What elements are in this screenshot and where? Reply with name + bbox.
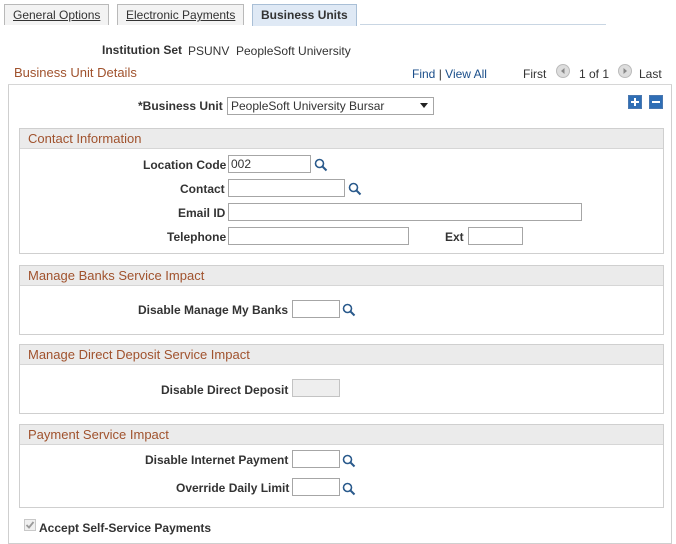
email-id-label: Email ID — [178, 206, 226, 220]
next-arrow-icon[interactable] — [618, 64, 632, 78]
business-unit-value: PeopleSoft University Bursar — [231, 99, 385, 113]
manage-direct-deposit-header: Manage Direct Deposit Service Impact — [20, 345, 663, 365]
view-all-link[interactable]: View All — [445, 67, 487, 81]
first-label: First — [523, 67, 547, 81]
ext-label: Ext — [445, 230, 464, 244]
institution-set-name: PeopleSoft University — [236, 44, 351, 58]
payment-service-title: Payment Service Impact — [28, 427, 169, 442]
delete-row-icon[interactable] — [649, 95, 663, 109]
business-unit-details-title: Business Unit Details — [14, 65, 137, 80]
ext-input[interactable] — [468, 227, 523, 245]
last-label: Last — [639, 67, 662, 81]
override-daily-limit-label: Override Daily Limit — [176, 481, 290, 495]
location-code-label: Location Code — [143, 158, 227, 172]
contact-input[interactable] — [228, 179, 345, 197]
manage-banks-group: Manage Banks Service Impact — [19, 265, 664, 335]
business-unit-label: *Business Unit — [138, 99, 223, 113]
institution-set-code: PSUNV — [188, 44, 230, 58]
location-code-input[interactable] — [228, 155, 311, 173]
dropdown-arrow-icon — [420, 103, 428, 108]
contact-label: Contact — [180, 182, 225, 196]
search-icon[interactable] — [314, 158, 328, 172]
accept-self-service-label: Accept Self-Service Payments — [39, 521, 212, 535]
manage-banks-header: Manage Banks Service Impact — [20, 266, 663, 286]
grid-navigation: Find | View All — [412, 67, 487, 81]
nav-separator: | — [438, 67, 442, 81]
disable-direct-deposit-input — [292, 379, 340, 397]
search-icon[interactable] — [342, 482, 356, 496]
tab-label: General Options — [13, 8, 101, 22]
search-icon[interactable] — [342, 303, 356, 317]
manage-direct-deposit-title: Manage Direct Deposit Service Impact — [28, 347, 250, 362]
disable-direct-deposit-label: Disable Direct Deposit — [161, 383, 289, 397]
telephone-label: Telephone — [167, 230, 227, 244]
checkbox-checked-icon — [24, 519, 36, 531]
email-id-input[interactable] — [228, 203, 582, 221]
business-unit-select[interactable]: PeopleSoft University Bursar — [227, 97, 434, 115]
prev-arrow-icon[interactable] — [556, 64, 570, 78]
disable-internet-payment-label: Disable Internet Payment — [145, 453, 289, 467]
tab-business-units[interactable]: Business Units — [252, 4, 357, 26]
add-row-icon[interactable] — [628, 95, 642, 109]
page-count: 1 of 1 — [579, 67, 610, 81]
contact-information-header: Contact Information — [20, 129, 663, 149]
manage-banks-title: Manage Banks Service Impact — [28, 268, 205, 283]
tab-general-options[interactable]: General Options — [4, 4, 110, 25]
tab-electronic-payments[interactable]: Electronic Payments — [117, 4, 245, 25]
find-link[interactable]: Find — [412, 67, 435, 81]
disable-manage-my-banks-label: Disable Manage My Banks — [138, 303, 289, 317]
search-icon[interactable] — [342, 454, 356, 468]
disable-internet-payment-input[interactable] — [292, 450, 340, 468]
search-icon[interactable] — [348, 182, 362, 196]
override-daily-limit-input[interactable] — [292, 478, 340, 496]
contact-information-title: Contact Information — [28, 131, 142, 146]
disable-manage-my-banks-input[interactable] — [292, 300, 340, 318]
telephone-input[interactable] — [228, 227, 409, 245]
institution-set-label: Institution Set — [102, 43, 182, 57]
manage-direct-deposit-group: Manage Direct Deposit Service Impact — [19, 344, 664, 414]
tab-label: Electronic Payments — [126, 8, 236, 22]
payment-service-header: Payment Service Impact — [20, 425, 663, 445]
tab-label: Business Units — [261, 8, 348, 22]
tab-underline — [360, 24, 606, 25]
